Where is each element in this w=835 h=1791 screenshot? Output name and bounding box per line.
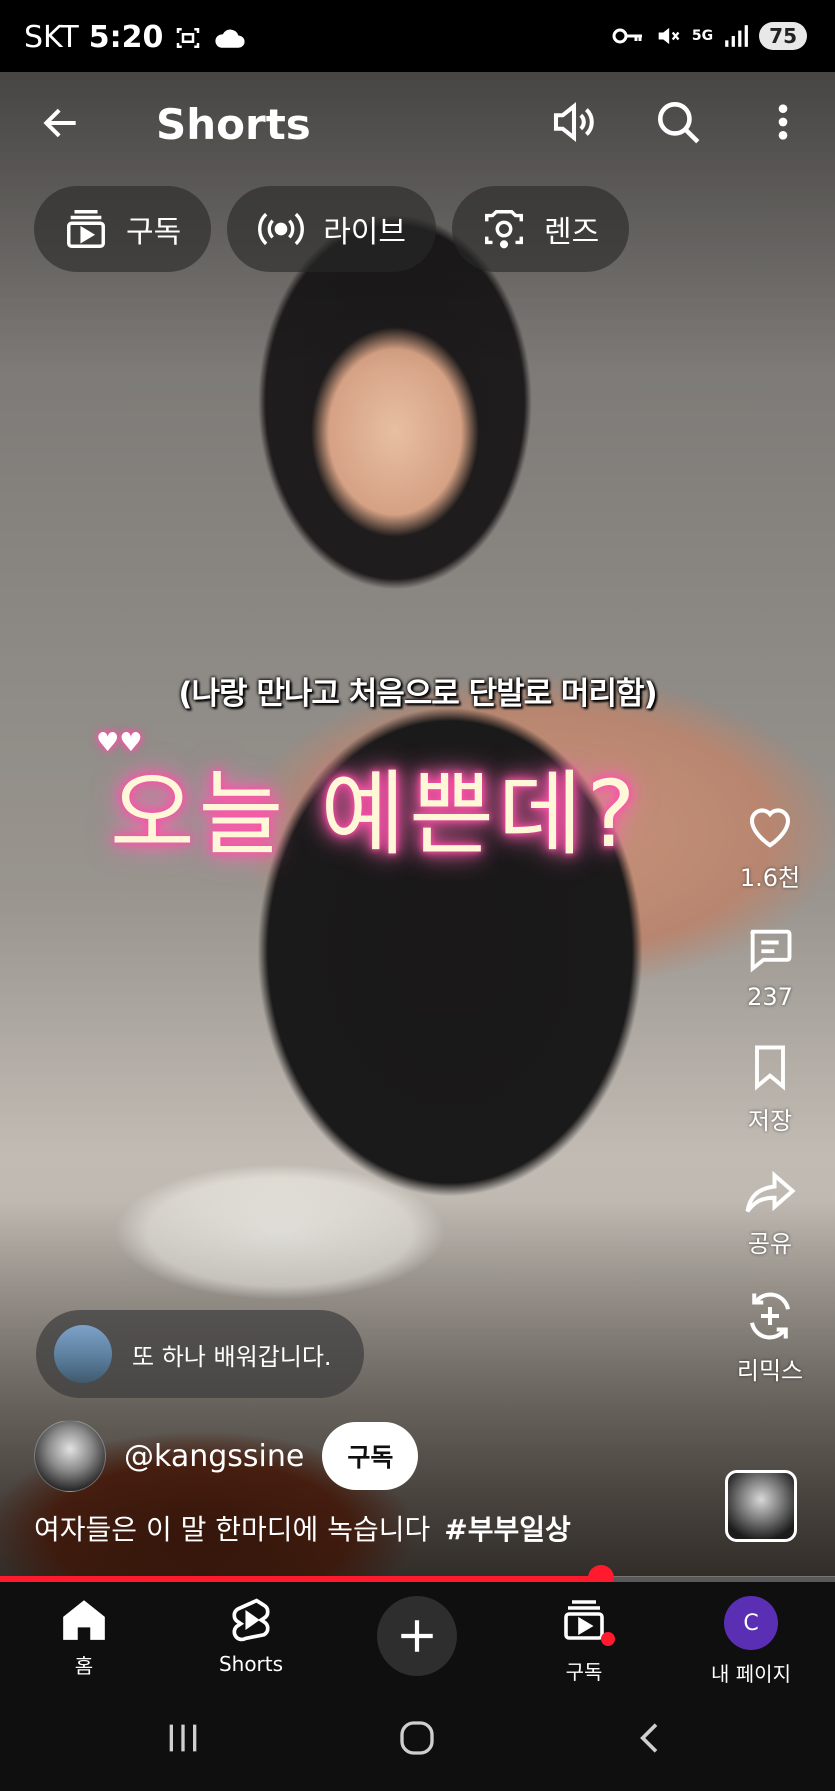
remix-button[interactable]: 리믹스 xyxy=(725,1289,815,1386)
shorts-screen: SKT 5:20 5G 75 (나랑 만나고 처음으로 단발로 머리함) ♥♥ … xyxy=(0,0,835,1791)
nav-home-label: 홈 xyxy=(74,1654,94,1678)
vpn-key-icon xyxy=(612,28,642,44)
search-icon xyxy=(658,102,700,144)
video-overlay-caption: 오늘 예쁜데? xyxy=(110,761,640,868)
plus-icon xyxy=(401,1620,433,1652)
signal-icon xyxy=(725,25,749,47)
lens-camera-icon xyxy=(485,210,523,249)
more-vert-icon xyxy=(778,104,788,140)
comment-preview-text: 또 하나 배워갑니다. xyxy=(132,1342,332,1371)
clock: 5:20 xyxy=(88,20,164,55)
original-audio-thumbnail[interactable] xyxy=(725,1470,797,1542)
hashtag-link[interactable]: #부부일상 xyxy=(444,1513,571,1546)
search-button[interactable] xyxy=(650,94,706,150)
nav-subscriptions[interactable]: 구독 xyxy=(514,1596,654,1685)
like-button[interactable]: 1.6천 xyxy=(725,800,815,893)
chip-live-label: 라이브 xyxy=(323,215,407,250)
save-label: 저장 xyxy=(747,1107,793,1135)
nav-shorts[interactable]: Shorts xyxy=(181,1596,321,1676)
channel-handle[interactable]: @kangssine xyxy=(124,1439,304,1474)
home-circle-icon xyxy=(400,1721,434,1755)
like-heart-icon xyxy=(749,808,791,848)
nav-my-page[interactable]: C 내 페이지 xyxy=(681,1596,821,1687)
share-button[interactable]: 공유 xyxy=(725,1166,815,1259)
new-content-dot xyxy=(601,1632,615,1646)
home-system-button[interactable] xyxy=(384,1710,450,1766)
live-icon xyxy=(258,212,305,246)
channel-avatar[interactable] xyxy=(34,1420,106,1492)
comment-avatar xyxy=(54,1325,112,1383)
battery-indicator: 75 xyxy=(759,22,807,50)
like-count: 1.6천 xyxy=(739,864,801,892)
action-rail: 1.6천 237 저장 공유 리믹스 xyxy=(725,800,815,1416)
create-button[interactable] xyxy=(377,1596,457,1676)
chip-lens-label: 렌즈 xyxy=(544,215,600,250)
comments-button[interactable]: 237 xyxy=(725,923,815,1011)
feed-chips: 구독 라이브 렌즈 xyxy=(34,186,630,272)
system-navigation-bar xyxy=(0,1686,835,1791)
description-text: 여자들은 이 말 한마디에 녹습니다 xyxy=(34,1513,431,1546)
mute-icon xyxy=(658,27,680,45)
subscribe-button[interactable]: 구독 xyxy=(322,1422,419,1490)
remix-icon xyxy=(750,1292,790,1340)
account-avatar: C xyxy=(724,1596,778,1650)
chevron-left-icon xyxy=(640,1723,658,1753)
back-button[interactable] xyxy=(36,98,86,148)
share-arrow-icon xyxy=(745,1170,796,1213)
nav-my-page-label: 내 페이지 xyxy=(711,1662,791,1686)
video-description[interactable]: 여자들은 이 말 한마디에 녹습니다 #부부일상 xyxy=(34,1508,571,1548)
cloud-sync-icon xyxy=(215,29,245,48)
nav-shorts-label: Shorts xyxy=(218,1652,284,1676)
comment-count: 237 xyxy=(747,983,793,1011)
bookmark-icon xyxy=(755,1045,785,1091)
top-bar: Shorts xyxy=(0,72,835,182)
status-bar: SKT 5:20 5G 75 xyxy=(0,0,835,72)
more-options-button[interactable] xyxy=(758,94,808,150)
page-title: Shorts xyxy=(156,100,311,149)
channel-row: @kangssine 구독 xyxy=(34,1420,419,1492)
back-system-button[interactable] xyxy=(618,1710,684,1766)
carrier-label: SKT xyxy=(24,20,79,55)
remix-label: 리믹스 xyxy=(736,1357,804,1385)
recent-apps-button[interactable] xyxy=(150,1710,216,1766)
chip-lens[interactable]: 렌즈 xyxy=(452,186,630,272)
subscriptions-icon xyxy=(67,210,105,248)
chip-subscriptions[interactable]: 구독 xyxy=(34,186,212,272)
save-button[interactable]: 저장 xyxy=(725,1041,815,1136)
screenshot-icon xyxy=(177,27,200,48)
network-type: 5G xyxy=(691,28,714,44)
recent-apps-icon xyxy=(169,1724,197,1752)
comment-preview[interactable]: 또 하나 배워갑니다. xyxy=(36,1310,364,1398)
chip-live[interactable]: 라이브 xyxy=(227,186,437,272)
share-label: 공유 xyxy=(747,1230,793,1258)
comment-icon xyxy=(750,929,792,973)
nav-subscriptions-label: 구독 xyxy=(565,1660,603,1684)
nav-home[interactable]: 홈 xyxy=(14,1596,154,1679)
video-subtitle: (나랑 만나고 처음으로 단발로 머리함) xyxy=(178,676,657,712)
chip-subscriptions-label: 구독 xyxy=(126,215,182,250)
bottom-navigation: 홈 Shorts 구독 C 내 페이지 xyxy=(0,1582,835,1686)
shorts-icon xyxy=(232,1598,270,1642)
home-icon xyxy=(63,1600,105,1640)
volume-icon xyxy=(553,102,594,142)
sound-button[interactable] xyxy=(546,94,602,150)
back-arrow-icon xyxy=(43,108,76,138)
